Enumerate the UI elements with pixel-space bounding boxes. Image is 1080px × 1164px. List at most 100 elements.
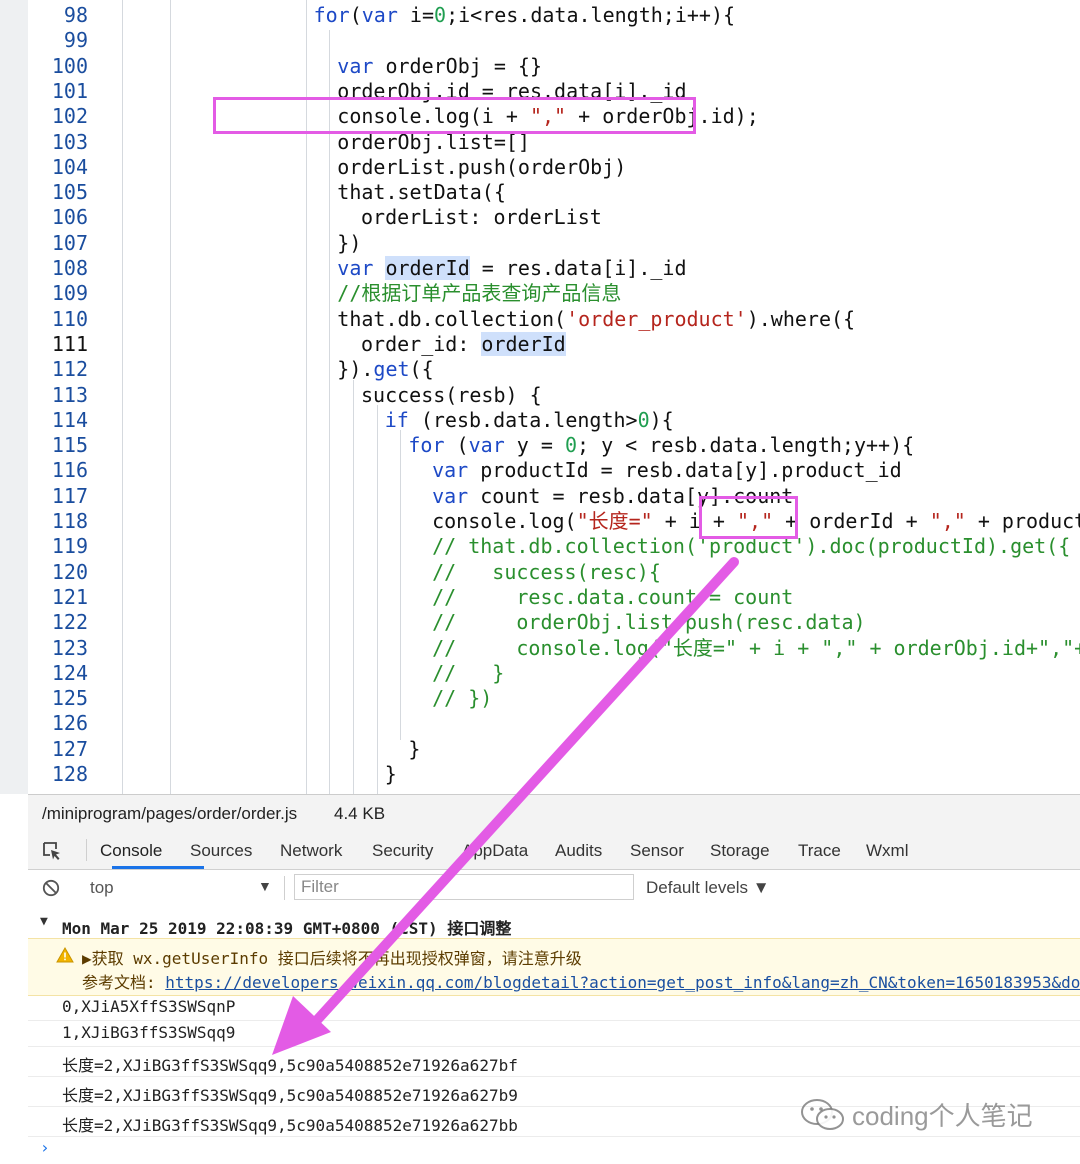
code-token: 0 [637,407,650,432]
line-number: 103 [51,129,88,154]
code-token: // orderObj.list.push(resc.data) [432,610,866,635]
console-prompt[interactable]: › [40,1138,50,1157]
console-log-row[interactable]: 长度=2,XJiBG3ffS3SWSqq9,5c90a5408852e71926… [28,1046,1080,1077]
console-log-row[interactable]: 0,XJiA5XffS3SWSqnP [28,994,1080,1021]
code-line[interactable]: success(resb) { [361,383,542,408]
highlighted-token: orderId [385,256,470,280]
code-line[interactable]: order_id: orderId [361,331,566,357]
tab-sources[interactable]: Sources [190,841,252,861]
annotation-box-orderid [699,496,798,539]
code-line[interactable]: // resc.data.count = count [432,585,793,610]
code-line[interactable]: orderList: orderList [361,205,602,230]
line-number: 113 [51,382,88,407]
code-line[interactable]: var orderObj = {} [337,54,542,79]
code-token: // }) [432,686,493,711]
code-token: // } [432,660,505,685]
code-token: var [337,256,374,280]
line-number: 98 [63,3,88,27]
code-line[interactable]: that.setData({ [337,180,506,205]
warning-doc-label: 参考文档: [82,973,166,992]
group-header-text: Mon Mar 25 2019 22:08:39 GMT+0800 (CST) … [62,919,512,938]
code-line[interactable]: if (resb.data.length>0){ [385,408,674,433]
highlighted-token: orderId [481,331,566,356]
code-token: }) [337,230,362,255]
log-levels-dropdown[interactable]: Default levels ▼ [646,878,770,898]
code-line[interactable]: that.db.collection('order_product').wher… [337,307,855,332]
line-number-gutter: 98 99 100 101 102 103 104 105 106 107 108 109 110 111… [28,0,96,794]
line-number: 102 [51,104,88,129]
code-token: var [337,53,374,78]
expand-triangle-icon[interactable]: ▼ [40,914,48,929]
tab-network[interactable]: Network [280,841,342,861]
code-token: 0 [564,433,577,458]
warning-message[interactable]: ▶获取 wx.getUserInfo 接口后续将不再出现授权弹窗，请注意升级 [82,945,582,969]
code-line[interactable]: //根据订单产品表查询产品信息 [337,281,621,306]
line-number: 120 [51,559,88,584]
tab-trace[interactable]: Trace [798,841,841,861]
code-token: var [361,3,398,27]
devtools-tab-bar: Console Sources Network Security AppData Audi… [28,831,1080,870]
line-number: 125 [51,686,88,711]
indent-guide [170,0,171,794]
code-token: } [408,736,421,761]
file-info-bar: /miniprogram/pages/order/order.js 4.4 KB [28,794,1080,832]
tab-console[interactable]: Console [100,841,162,861]
filter-input[interactable] [294,874,634,900]
tab-appdata[interactable]: AppData [462,841,528,861]
code-editor[interactable]: 98 99 100 101 102 103 104 105 106 107 108 109 110 111… [0,0,1080,794]
line-number: 114 [51,407,88,432]
code-line[interactable]: // }) [432,686,492,711]
tab-wxml[interactable]: Wxml [866,841,908,861]
line-number: 100 [51,53,88,78]
code-line[interactable]: }).get({ [337,357,433,382]
line-number: 99 [63,28,88,53]
line-number: 124 [51,660,88,685]
context-caret-icon[interactable]: ▼ [258,878,272,894]
code-line[interactable]: for(var i=0;i<res.data.length;i++){ [314,3,735,28]
code-line[interactable]: } [385,762,397,787]
code-token: orderList: orderList [361,205,602,230]
code-line[interactable]: }) [337,231,361,256]
code-token: ; y < resb.data.length;y++){ [577,433,915,458]
code-token: for [408,433,445,458]
console-log-row[interactable]: 1,XJiBG3ffS3SWSqq9 [28,1020,1080,1047]
line-number: 117 [51,483,88,508]
code-line[interactable]: } [408,737,420,762]
inspect-element-icon[interactable] [42,841,62,861]
line-number: 106 [51,205,88,230]
code-token: // resc.data.count = count [432,584,794,609]
line-number: 123 [51,635,88,660]
code-token: var [468,433,505,458]
code-token: y = [504,433,565,458]
code-line[interactable]: for (var y = 0; y < resb.data.length;y++… [408,433,914,458]
code-line[interactable]: // console.log("长度=" + i + "," + orderOb… [432,636,1080,661]
code-line[interactable]: var productId = resb.data[y].product_id [432,458,902,483]
code-token: get [373,357,410,382]
clear-console-icon[interactable] [42,879,60,897]
code-line[interactable]: orderList.push(orderObj) [337,155,626,180]
warning-icon [56,947,74,963]
indent-guide [329,30,331,794]
tab-audits[interactable]: Audits [555,841,602,861]
code-line[interactable]: // } [432,661,504,686]
code-line[interactable]: // success(resc){ [432,560,661,585]
tab-sensor[interactable]: Sensor [630,841,684,861]
code-token: }). [337,357,374,382]
console-group-header[interactable]: ▼ Mon Mar 25 2019 22:08:39 GMT+0800 (CST… [28,912,1080,939]
console-log-text: 长度=2,XJiBG3ffS3SWSqq9,5c90a5408852e71926… [62,1086,518,1105]
indent-guide [376,405,378,794]
line-number: 126 [51,711,88,736]
context-select[interactable]: top [90,878,114,898]
warning-doc-link[interactable]: https://developers.weixin.qq.com/blogdet… [165,973,1080,992]
code-token: if [384,407,409,432]
tab-separator [86,839,87,861]
code-line[interactable]: var orderId = res.data[i]._id [337,256,687,281]
file-size: 4.4 KB [334,804,386,823]
line-number: 115 [51,433,88,458]
tab-storage[interactable]: Storage [710,841,770,861]
tab-security[interactable]: Security [372,841,433,861]
code-token: order_id: [361,331,482,356]
code-token: "长度=" [576,509,653,533]
code-line[interactable]: // orderObj.list.push(resc.data) [432,610,865,635]
